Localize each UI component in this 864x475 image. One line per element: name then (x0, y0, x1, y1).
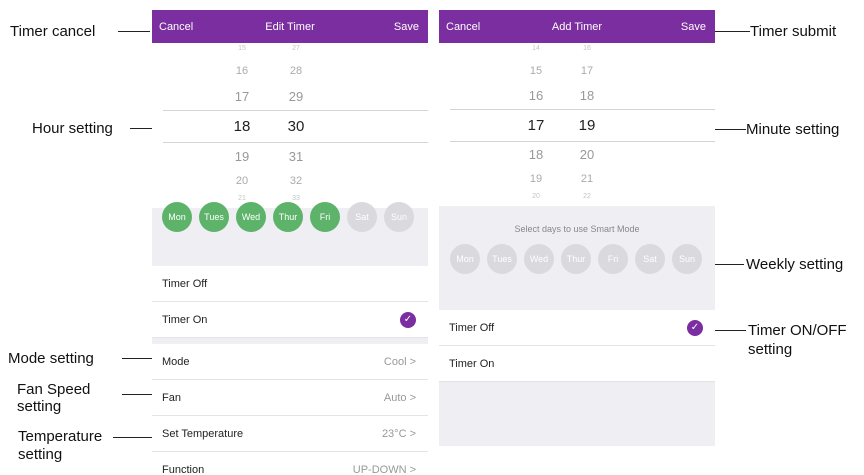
minute-selected: 19 (578, 117, 596, 134)
hour-option: 16 (235, 65, 249, 77)
minute-option: 29 (288, 89, 304, 104)
edit-timer-header: Cancel Edit Timer Save (152, 10, 428, 43)
annotation-line (118, 31, 150, 32)
hour-option: 19 (529, 173, 543, 185)
hour-selected: 18 (233, 118, 251, 135)
minute-option: 32 (289, 175, 303, 187)
minute-option: 27 (292, 45, 300, 52)
minute-selected: 30 (287, 118, 305, 135)
hour-option: 21 (238, 195, 246, 202)
hour-option: 20 (235, 175, 249, 187)
minute-option: 28 (289, 65, 303, 77)
day-toggle-wed[interactable]: Wed (524, 244, 554, 274)
mode-value: Cool > (383, 356, 416, 368)
save-button[interactable]: Save (394, 21, 419, 33)
day-toggle-wed[interactable]: Wed (236, 202, 266, 232)
mode-setting-row[interactable]: Mode Cool > (152, 344, 428, 380)
minute-option: 31 (288, 149, 304, 164)
timer-off-option[interactable]: Timer Off (152, 266, 428, 302)
function-value: UP-DOWN > (352, 464, 416, 475)
annotation-timer-cancel: Timer cancel (10, 23, 96, 40)
time-picker[interactable]: 14 15 16 17 18 19 20 16 17 18 19 20 21 2… (439, 43, 715, 206)
timer-off-label: Timer Off (449, 322, 495, 334)
annotation-line (122, 394, 154, 395)
save-button[interactable]: Save (681, 21, 706, 33)
annotation-hour-setting: Hour setting (32, 120, 113, 137)
timer-on-option[interactable]: Timer On (439, 346, 715, 382)
day-toggle-fri[interactable]: Fri (310, 202, 340, 232)
day-toggle-sun[interactable]: Sun (384, 202, 414, 232)
check-icon: ✓ (687, 320, 703, 336)
minute-option: 21 (580, 173, 594, 185)
hour-option: 16 (528, 88, 544, 103)
day-toggle-tues[interactable]: Tues (487, 244, 517, 274)
edit-timer-screen: Cancel Edit Timer Save 15 16 17 18 19 20… (152, 10, 428, 475)
hour-option: 15 (238, 45, 246, 52)
hour-option: 19 (234, 149, 250, 164)
annotation-weekly-setting: Weekly setting (746, 256, 844, 273)
annotation-timer-submit: Timer submit (750, 23, 837, 40)
fan-value: Auto > (383, 392, 416, 404)
days-caption: Select days to use Smart Mode (514, 224, 640, 234)
minute-option: 17 (580, 65, 594, 77)
add-timer-header: Cancel Add Timer Save (439, 10, 715, 43)
annotation-temperature-2: setting (18, 446, 63, 463)
annotation-mode-setting: Mode setting (8, 350, 94, 367)
minute-option: 20 (579, 147, 595, 162)
day-toggle-sat[interactable]: Sat (635, 244, 665, 274)
day-toggle-sat[interactable]: Sat (347, 202, 377, 232)
day-toggle-tues[interactable]: Tues (199, 202, 229, 232)
fan-label: Fan (162, 392, 181, 404)
annotation-line (113, 437, 153, 438)
fan-setting-row[interactable]: Fan Auto > (152, 380, 428, 416)
minute-option: 18 (579, 88, 595, 103)
check-icon: ✓ (400, 312, 416, 328)
hour-option: 20 (532, 193, 540, 200)
hour-option: 15 (529, 65, 543, 77)
function-setting-row[interactable]: Function UP-DOWN > (152, 452, 428, 475)
mode-label: Mode (162, 356, 190, 368)
day-toggle-sun[interactable]: Sun (672, 244, 702, 274)
timer-on-label: Timer On (162, 314, 208, 326)
temperature-value: 23°C > (381, 428, 416, 440)
annotation-line (712, 129, 746, 130)
annotation-minute-setting: Minute setting (746, 121, 840, 138)
minute-option: 22 (583, 193, 591, 200)
timer-on-label: Timer On (449, 358, 495, 370)
page-title: Add Timer (551, 21, 603, 33)
empty-area (439, 382, 715, 446)
function-label: Function (162, 464, 205, 475)
minute-option: 33 (292, 195, 300, 202)
hour-option: 17 (234, 89, 250, 104)
annotation-fan-speed-2: setting (17, 398, 62, 415)
hour-option: 14 (532, 45, 540, 52)
weekly-day-selector: Mon Tues Wed Thur Fri Sat Sun (152, 202, 428, 266)
hour-selected: 17 (527, 117, 545, 134)
hour-option: 18 (528, 147, 544, 162)
add-timer-screen: Cancel Add Timer Save 14 15 16 17 18 19 … (439, 10, 715, 446)
timer-off-option[interactable]: Timer Off ✓ (439, 310, 715, 346)
timer-off-label: Timer Off (162, 278, 208, 290)
annotation-temperature-1: Temperature (18, 428, 103, 445)
annotation-line (122, 358, 154, 359)
day-toggle-mon[interactable]: Mon (162, 202, 192, 232)
day-toggle-fri[interactable]: Fri (598, 244, 628, 274)
annotation-timer-onoff-1: Timer ON/OFF (748, 322, 847, 339)
temperature-setting-row[interactable]: Set Temperature 23°C > (152, 416, 428, 452)
annotation-timer-onoff-2: setting (748, 341, 793, 358)
page-title: Edit Timer (265, 21, 315, 33)
annotation-fan-speed-1: Fan Speed (17, 381, 91, 398)
day-toggle-thur[interactable]: Thur (273, 202, 303, 232)
temperature-label: Set Temperature (162, 428, 244, 440)
minute-option: 16 (583, 45, 591, 52)
timer-on-option[interactable]: Timer On ✓ (152, 302, 428, 338)
weekly-day-selector: Select days to use Smart Mode Mon Tues W… (439, 206, 715, 310)
day-toggle-thur[interactable]: Thur (561, 244, 591, 274)
time-picker[interactable]: 15 16 17 18 19 20 21 27 28 29 30 31 32 3… (152, 43, 428, 208)
day-toggle-mon[interactable]: Mon (450, 244, 480, 274)
